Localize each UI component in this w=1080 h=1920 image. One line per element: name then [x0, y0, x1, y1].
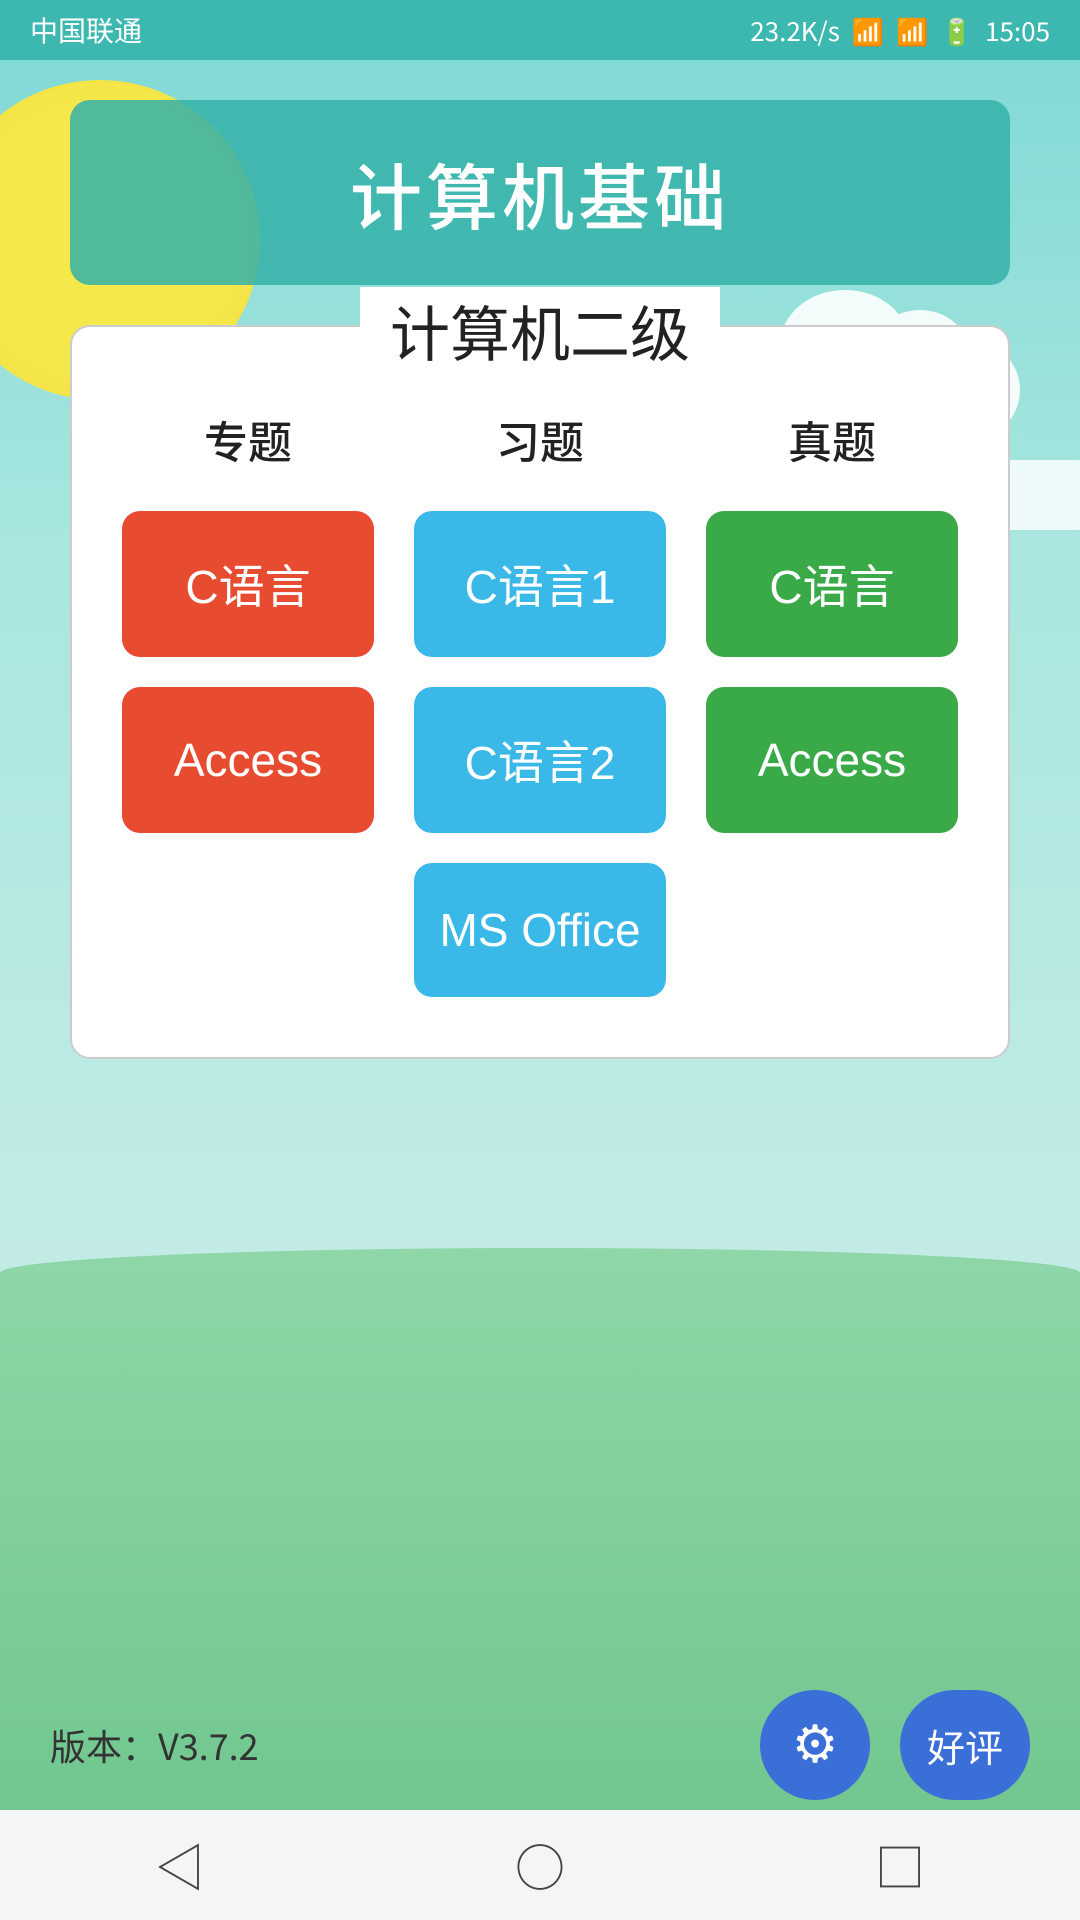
- nav-recents-button[interactable]: □: [860, 1825, 940, 1905]
- bottom-area: 版本：V3.7.2 ⚙ 好评: [0, 1690, 1080, 1800]
- network-speed: 23.2K/s: [750, 12, 840, 49]
- settings-icon: ⚙: [792, 1715, 839, 1775]
- button-grid: 专题 习题 真题 C语言 C语言1 C语言 Access C语言2 Access…: [122, 397, 958, 997]
- nav-bar: ◁ ○ □: [0, 1810, 1080, 1920]
- wifi-icon: 📶: [852, 12, 884, 49]
- col-header-2: 习题: [414, 397, 666, 481]
- col-header-1: 专题: [122, 397, 374, 481]
- status-bar: 中国联通 23.2K/s 📶 📶 🔋 15:05: [0, 0, 1080, 60]
- home-icon: ○: [515, 1829, 565, 1901]
- section-title-wrapper: 计算机二级: [360, 287, 720, 374]
- carrier-label: 中国联通: [30, 10, 142, 50]
- main-title: 计算机基础: [350, 140, 730, 245]
- recents-icon: □: [875, 1829, 925, 1901]
- signal-icon: 📶: [896, 12, 928, 49]
- btn-xiti-c2[interactable]: C语言2: [414, 687, 666, 833]
- review-button[interactable]: 好评: [900, 1690, 1030, 1800]
- status-right: 23.2K/s 📶 📶 🔋 15:05: [750, 12, 1050, 49]
- settings-button[interactable]: ⚙: [760, 1690, 870, 1800]
- clock: 15:05: [985, 12, 1050, 49]
- version-label: 版本：V3.7.2: [50, 1719, 259, 1771]
- nav-back-button[interactable]: ◁: [140, 1825, 220, 1905]
- main-content: 计算机基础 计算机二级 专题 习题 真题 C语言 C语言1 C语言 Access…: [0, 60, 1080, 1059]
- btn-zhuanti-access[interactable]: Access: [122, 687, 374, 833]
- btn-zhuanti-c[interactable]: C语言: [122, 511, 374, 657]
- section-title: 计算机二级: [390, 287, 690, 374]
- main-title-banner: 计算机基础: [70, 100, 1010, 285]
- btn-xiti-msoffice[interactable]: MS Office: [414, 863, 666, 997]
- battery-icon: 🔋: [941, 12, 973, 49]
- btn-zhenti-c[interactable]: C语言: [706, 511, 958, 657]
- nav-home-button[interactable]: ○: [500, 1825, 580, 1905]
- col-header-3: 真题: [706, 397, 958, 481]
- btn-xiti-c1[interactable]: C语言1: [414, 511, 666, 657]
- bottom-buttons: ⚙ 好评: [760, 1690, 1030, 1800]
- btn-zhenti-access[interactable]: Access: [706, 687, 958, 833]
- section-card: 计算机二级 专题 习题 真题 C语言 C语言1 C语言 Access C语言2 …: [70, 325, 1010, 1059]
- back-icon: ◁: [155, 1829, 205, 1901]
